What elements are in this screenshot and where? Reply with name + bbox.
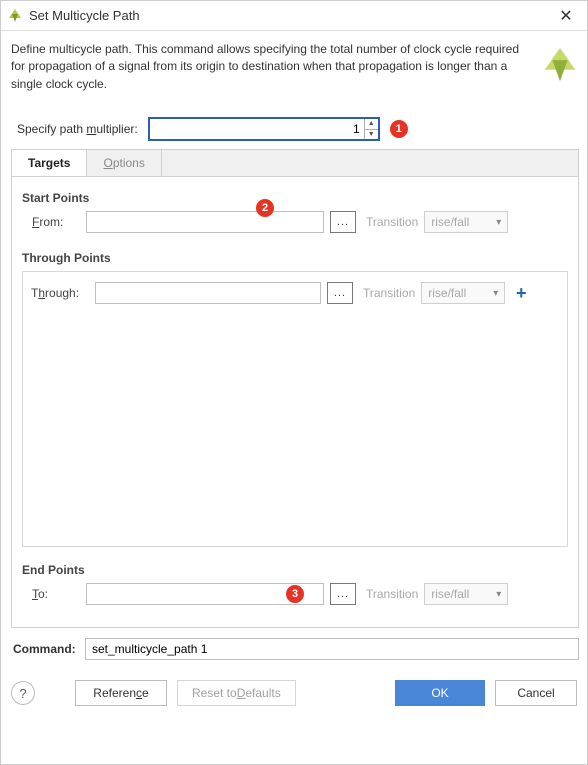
through-points-heading: Through Points [22, 251, 568, 265]
cancel-button[interactable]: Cancel [495, 680, 577, 706]
start-points-heading: Start Points [22, 191, 568, 205]
multiplier-spinner[interactable]: ▲ ▼ [148, 117, 380, 141]
brand-logo-icon [541, 45, 579, 83]
through-transition-label: Transition [363, 286, 415, 300]
close-button[interactable]: ✕ [551, 6, 581, 26]
chevron-down-icon: ▾ [493, 288, 498, 299]
through-browse-button[interactable]: ... [327, 282, 353, 304]
description-text: Define multicycle path. This command all… [11, 41, 533, 93]
multiplier-input[interactable] [150, 119, 364, 139]
ok-button[interactable]: OK [395, 680, 485, 706]
through-points-box: Through: ... Transition rise/fall▾ + [22, 271, 568, 547]
tab-options[interactable]: Options [87, 150, 161, 176]
from-transition-select[interactable]: rise/fall▾ [424, 211, 508, 233]
end-points-heading: End Points [22, 563, 568, 577]
tab-targets[interactable]: Targets [12, 150, 87, 176]
chevron-down-icon: ▾ [496, 217, 501, 228]
through-label: Through: [31, 286, 89, 300]
from-transition-label: Transition [366, 215, 418, 229]
to-transition-select[interactable]: rise/fall▾ [424, 583, 508, 605]
from-label: From: [22, 215, 80, 229]
spinner-up-button[interactable]: ▲ [365, 119, 378, 129]
through-transition-select[interactable]: rise/fall▾ [421, 282, 505, 304]
app-icon [7, 8, 23, 24]
callout-1: 1 [390, 120, 408, 138]
help-button[interactable]: ? [11, 681, 35, 705]
add-through-button[interactable]: + [511, 283, 531, 303]
reset-defaults-button[interactable]: Reset to Defaults [177, 680, 296, 706]
from-input[interactable] [86, 211, 324, 233]
command-label: Command: [13, 642, 79, 656]
spinner-down-button[interactable]: ▼ [365, 129, 378, 140]
through-input[interactable] [95, 282, 321, 304]
to-browse-button[interactable]: ... [330, 583, 356, 605]
tab-body-targets: Start Points From: 2 ... Transition rise… [11, 176, 579, 628]
command-output[interactable] [85, 638, 579, 660]
window-title: Set Multicycle Path [29, 8, 140, 23]
from-browse-button[interactable]: ... [330, 211, 356, 233]
to-transition-label: Transition [366, 587, 418, 601]
dialog-footer: ? Reference Reset to Defaults OK Cancel [1, 672, 587, 716]
multiplier-label: Specify path multiplier: [17, 122, 138, 136]
tab-strip: Targets Options [11, 149, 579, 176]
title-bar: Set Multicycle Path ✕ [1, 1, 587, 31]
to-label: To: [22, 587, 80, 601]
reference-button[interactable]: Reference [75, 680, 167, 706]
chevron-down-icon: ▾ [496, 589, 501, 600]
